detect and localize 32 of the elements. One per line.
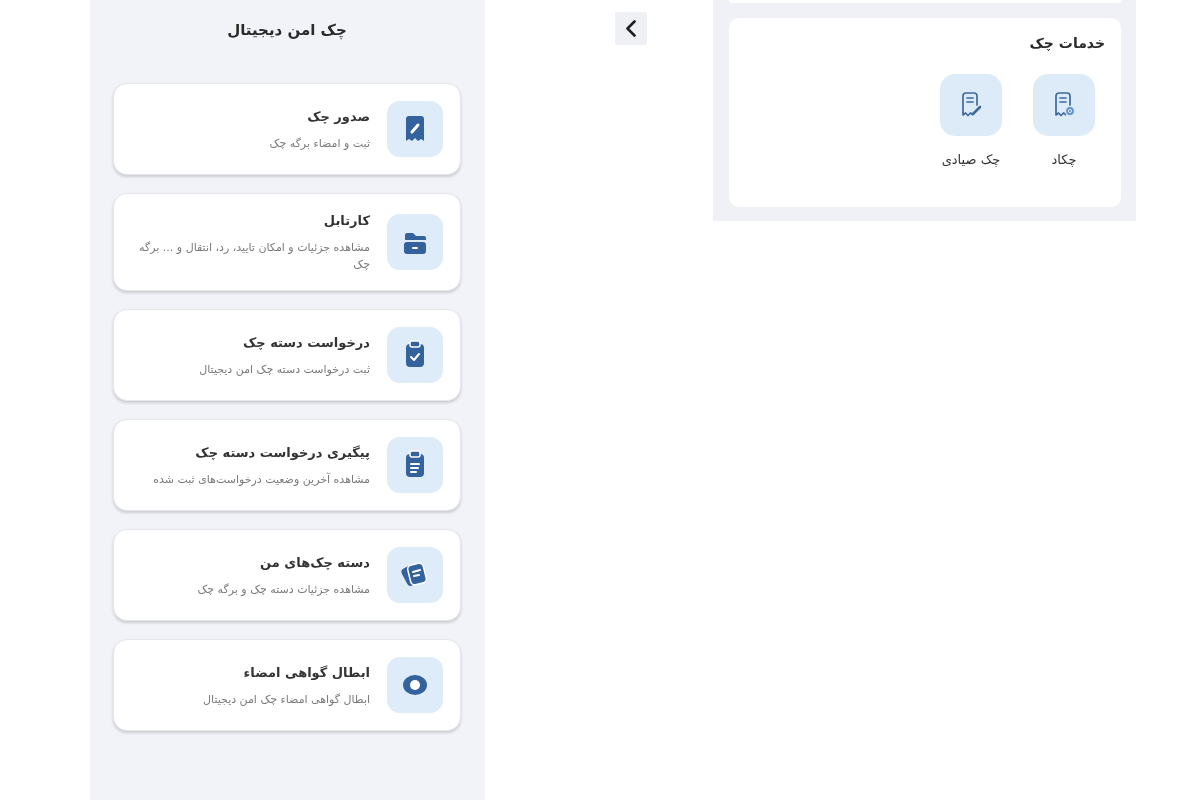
ring-icon — [387, 657, 443, 713]
card-description: ثبت و امضاء برگه چک — [268, 135, 370, 152]
receipt-pencil-icon — [940, 74, 1002, 136]
receipt-badge-icon — [1033, 74, 1095, 136]
menu-card[interactable]: درخواست دسته چک ثبت درخواست دسته چک امن دیجیتال — [113, 309, 461, 401]
card-description: ابطال گواهی امضاء چک امن دیجیتال — [202, 691, 370, 708]
section-title: خدمات چک — [1028, 34, 1105, 53]
card-description: مشاهده آخرین وضعیت درخواست‌های ثبت شده — [152, 471, 370, 488]
receipt-pencil-icon — [387, 101, 443, 157]
service-button[interactable]: چکاد — [1026, 74, 1102, 170]
card-description: مشاهده جزئیات دسته چک و برگه چک — [196, 581, 370, 598]
panel-title: چک امن دیجیتال — [226, 20, 348, 42]
chevron-left-icon — [626, 20, 636, 37]
card-description: مشاهده جزئیات و امکان تایید، رد، انتقال و ... برگه چک — [138, 240, 370, 273]
menu-card[interactable]: ابطال گواهی امضاء ابطال گواهی امضاء چک امن دیجیتال — [113, 639, 461, 731]
menu-card[interactable]: دسته چک‌های من مشاهده جزئیات دسته چک و برگه چک — [113, 529, 461, 621]
clipboard-check-icon — [387, 327, 443, 383]
card-title: کارتابل — [322, 212, 370, 230]
card-title: صدور چک — [306, 107, 370, 126]
stacked-cards-icon — [387, 547, 443, 603]
back-button[interactable] — [615, 12, 647, 45]
card-title: درخواست دسته چک — [241, 333, 370, 352]
menu-card[interactable]: پیگیری درخواست دسته چک مشاهده آخرین وضعیت درخواست‌های ثبت شده — [113, 419, 461, 511]
menu-card[interactable]: کارتابل مشاهده جزئیات و امکان تایید، رد، انتقال و ... برگه چک — [113, 193, 461, 291]
card-title: پیگیری درخواست دسته چک — [194, 443, 370, 462]
card-title: ابطال گواهی امضاء — [242, 663, 370, 682]
clipboard-lines-icon — [387, 437, 443, 493]
card-description: ثبت درخواست دسته چک امن دیجیتال — [198, 361, 370, 378]
service-button[interactable]: چک صیادی — [933, 74, 1009, 170]
folder-icon — [387, 214, 443, 270]
card-title: دسته چک‌های من — [259, 553, 370, 572]
menu-card[interactable]: صدور چک ثبت و امضاء برگه چک — [113, 83, 461, 175]
